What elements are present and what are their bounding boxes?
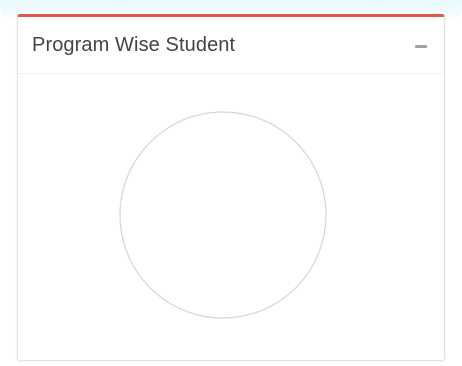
widget-header: Program Wise Student xyxy=(18,17,444,74)
widget-body xyxy=(18,74,444,360)
program-wise-student-widget: Program Wise Student xyxy=(17,14,445,361)
widget-title: Program Wise Student xyxy=(32,34,236,56)
pie-chart xyxy=(119,111,327,319)
minus-icon xyxy=(415,45,427,48)
pie-chart-outline xyxy=(119,111,327,319)
collapse-button[interactable] xyxy=(412,33,432,57)
